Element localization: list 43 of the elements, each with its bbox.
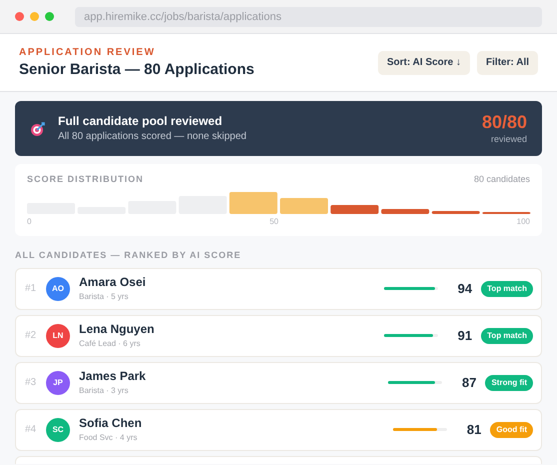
candidate-card[interactable]: #2 LN Lena Nguyen Café Lead · 6 yrs 91 Top match bbox=[15, 314, 542, 356]
score-value: 94 bbox=[456, 280, 472, 298]
candidate-meta: Food Svc · 4 yrs bbox=[79, 432, 138, 444]
section-label: ALL CANDIDATES — RANKED BY AI SCORE bbox=[15, 249, 242, 262]
candidate-card[interactable]: #4 SC Sofia Chen Food Svc · 4 yrs 81 Good fit bbox=[15, 408, 542, 450]
avatar: JP bbox=[46, 370, 70, 394]
eyebrow-label: APPLICATION REVIEW bbox=[19, 46, 156, 60]
candidate-total: 80 candidates bbox=[474, 173, 530, 186]
avatar: AO bbox=[46, 276, 70, 300]
candidate-name: Amara Osei bbox=[79, 274, 147, 290]
banner-subtitle: All 80 applications scored — none skipped bbox=[58, 130, 248, 144]
candidate-meta: Barista · 3 yrs bbox=[79, 384, 130, 396]
candidate-card[interactable]: #3 JP James Park Barista · 3 yrs 87 Strong fit bbox=[15, 362, 542, 404]
fit-badge: Strong fit bbox=[485, 374, 533, 390]
candidate-meta: Café Lead · 6 yrs bbox=[79, 338, 142, 350]
rank-label: #2 bbox=[25, 329, 38, 343]
score-value: 81 bbox=[466, 420, 482, 439]
avatar: SC bbox=[46, 418, 70, 442]
axis-label: 50 bbox=[270, 216, 278, 228]
sort-button[interactable]: Sort: AI Score ↓ bbox=[378, 50, 470, 74]
axis-label: 100 bbox=[516, 216, 530, 228]
distribution-title: SCORE DISTRIBUTION bbox=[27, 173, 144, 186]
filter-button[interactable]: Filter: All bbox=[477, 50, 538, 74]
candidate-card[interactable]: #1 AO Amara Osei Barista · 5 yrs 94 Top match bbox=[15, 268, 542, 310]
target-icon bbox=[30, 120, 46, 136]
page-title: Senior Barista — 80 Applications bbox=[19, 60, 254, 80]
fit-badge: Top match bbox=[481, 328, 533, 344]
candidate-meta: Barista · 5 yrs bbox=[79, 290, 130, 302]
candidate-name: Sofia Chen bbox=[79, 416, 143, 430]
fit-badge: Good fit bbox=[490, 422, 533, 438]
banner-title: Full candidate pool reviewed bbox=[58, 113, 224, 129]
axis-label: 0 bbox=[27, 216, 32, 228]
fit-badge: Top match bbox=[481, 280, 533, 296]
candidate-name: Lena Nguyen bbox=[79, 322, 156, 336]
candidate-name: James Park bbox=[79, 368, 147, 384]
score-value: 87 bbox=[460, 374, 476, 392]
rank-label: #3 bbox=[25, 376, 38, 390]
rank-label: #4 bbox=[25, 423, 38, 437]
rank-label: #1 bbox=[25, 282, 38, 296]
review-count-label: reviewed bbox=[490, 132, 527, 146]
review-count: 80/80 bbox=[482, 110, 527, 133]
score-value: 91 bbox=[456, 326, 472, 345]
avatar: LN bbox=[46, 324, 70, 348]
